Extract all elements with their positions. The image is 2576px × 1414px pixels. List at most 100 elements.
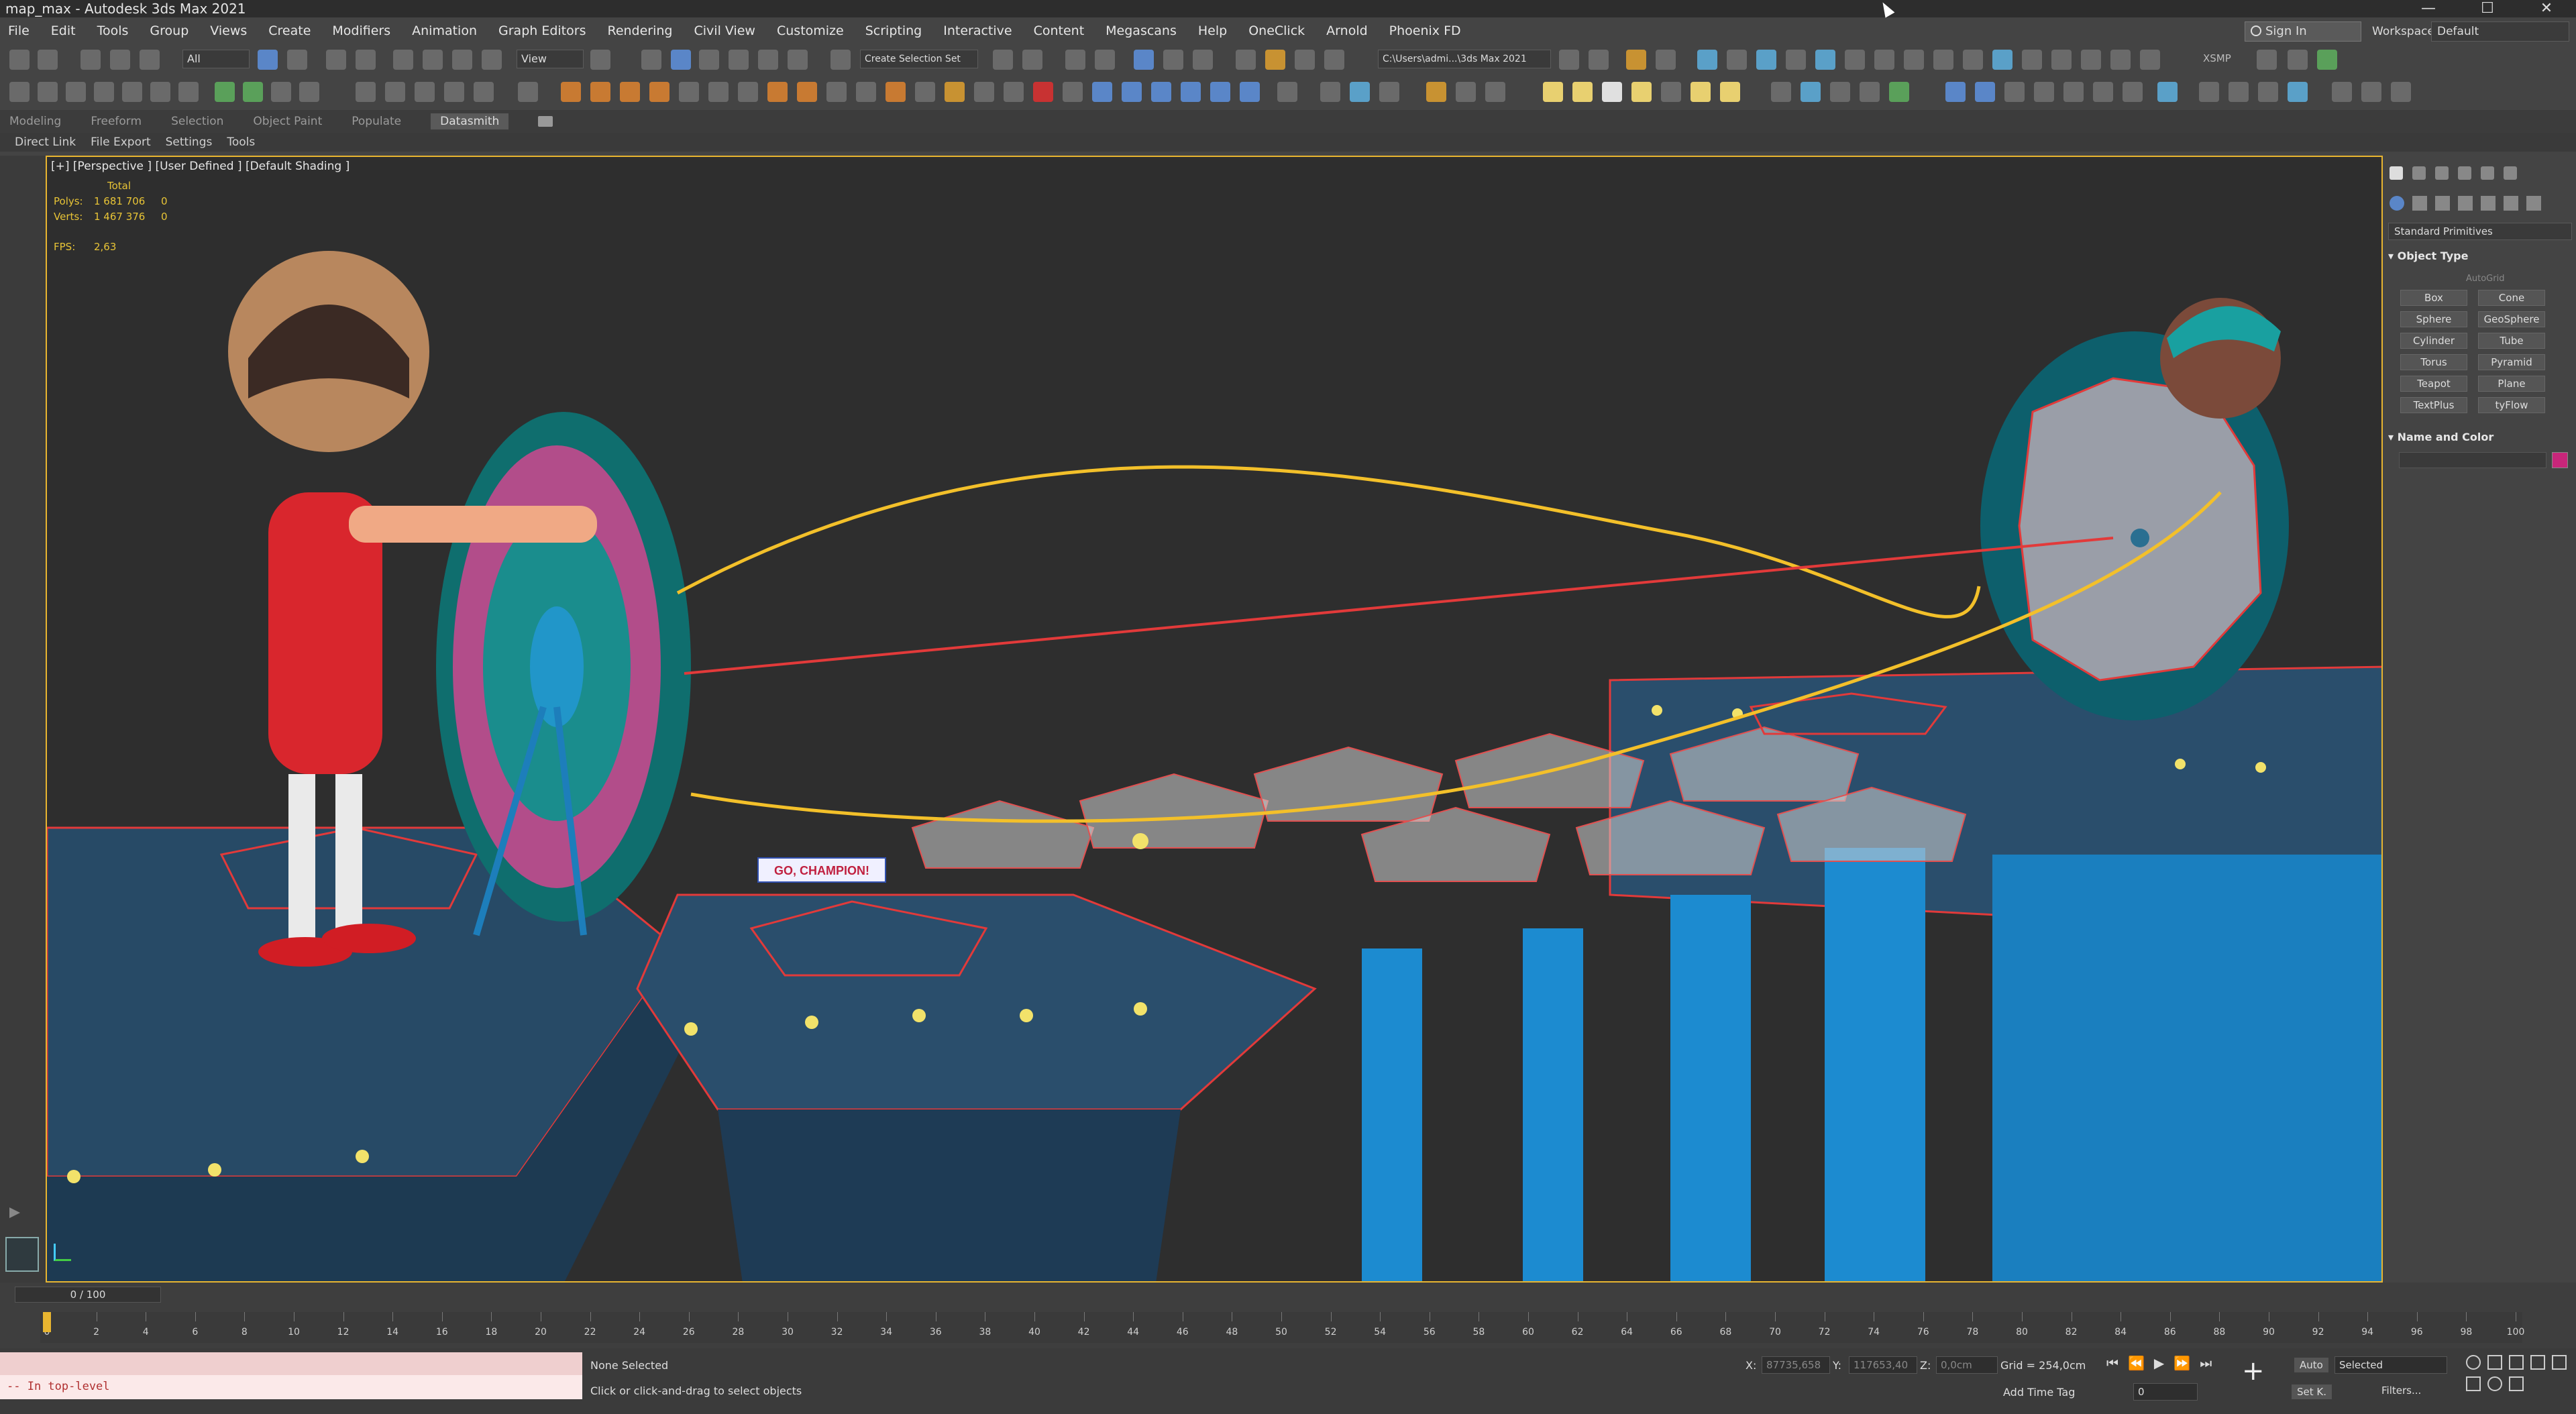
current-frame-field[interactable]: 0	[2133, 1383, 2198, 1401]
rotate-icon[interactable]	[423, 50, 443, 70]
arnold-render-icon[interactable]	[1626, 50, 1646, 70]
helpers-category-icon[interactable]	[2481, 196, 2496, 211]
redo-icon[interactable]	[38, 50, 58, 70]
phoenix-gravity-icon[interactable]	[945, 82, 965, 102]
pyramid-button[interactable]: Pyramid	[2478, 354, 2545, 370]
motion-tab-icon[interactable]	[2458, 166, 2471, 180]
axis-xy-icon[interactable]	[122, 82, 142, 102]
phoenix-body-force-icon[interactable]	[974, 82, 994, 102]
bone-icon[interactable]	[1963, 50, 1983, 70]
datasmith-settings[interactable]: Settings	[166, 135, 213, 149]
cameras-category-icon[interactable]	[2458, 196, 2473, 211]
move-gizmo-icon[interactable]	[215, 82, 235, 102]
menu-modifiers[interactable]: Modifiers	[332, 23, 390, 38]
teapot-button[interactable]: Teapot	[2400, 376, 2467, 392]
plane-button[interactable]: Plane	[2478, 376, 2545, 392]
phoenix-fire-icon[interactable]	[561, 82, 581, 102]
render-setup-icon[interactable]	[1265, 50, 1285, 70]
phoenix-source-icon[interactable]	[620, 82, 640, 102]
axis-yz-icon[interactable]	[150, 82, 170, 102]
layout-icon[interactable]	[2110, 50, 2131, 70]
menu-content[interactable]: Content	[1034, 23, 1085, 38]
select-by-name-icon[interactable]	[287, 50, 307, 70]
datasmith-icon[interactable]	[2391, 82, 2411, 102]
maximize-viewport-icon[interactable]	[2509, 1376, 2524, 1391]
vray-proxy-icon[interactable]	[1240, 82, 1260, 102]
phoenix-ocean-icon[interactable]	[797, 82, 817, 102]
close-button[interactable]: ✕	[2517, 0, 2576, 17]
object-type-rollout[interactable]: ▾ Object Type	[2388, 250, 2572, 262]
spacewarp-icon[interactable]	[1904, 50, 1924, 70]
particle-icon[interactable]	[1786, 50, 1806, 70]
spacewarps-category-icon[interactable]	[2504, 196, 2518, 211]
paint-icon[interactable]	[2288, 82, 2308, 102]
sphere-light-icon[interactable]	[1602, 82, 1622, 102]
phoenix-drag-icon[interactable]	[885, 82, 906, 102]
light-icon[interactable]	[1697, 50, 1717, 70]
auto-key-button[interactable]: Auto	[2294, 1358, 2328, 1372]
expand-layout-icon[interactable]	[9, 1207, 20, 1218]
lights-category-icon[interactable]	[2435, 196, 2450, 211]
cap-icon[interactable]	[2288, 50, 2308, 70]
sphere-preview-icon[interactable]	[1945, 82, 1966, 102]
go-to-end-icon[interactable]: ⏭	[2200, 1355, 2212, 1371]
sign-in-dropdown[interactable]: Sign In	[2245, 21, 2361, 42]
rendered-frame-window-icon[interactable]	[1295, 50, 1315, 70]
decal-icon[interactable]	[1830, 82, 1850, 102]
display-tab-icon[interactable]	[2481, 166, 2494, 180]
utilities-tab-icon[interactable]	[2504, 166, 2517, 180]
vray-sun-icon[interactable]	[1122, 82, 1142, 102]
system-icon[interactable]	[1933, 50, 1953, 70]
vray-frame-buffer-icon[interactable]	[1350, 82, 1370, 102]
menu-graph-editors[interactable]: Graph Editors	[498, 23, 586, 38]
sun-icon[interactable]	[1690, 82, 1711, 102]
vray-mtl-icon[interactable]	[1379, 82, 1399, 102]
edit-named-selection-icon[interactable]	[830, 50, 851, 70]
shapes-category-icon[interactable]	[2412, 196, 2427, 211]
next-frame-icon[interactable]: ⏩	[2174, 1355, 2190, 1371]
object-color-swatch[interactable]	[2552, 452, 2568, 468]
stop-icon[interactable]	[415, 82, 435, 102]
layout-thumbnail[interactable]	[5, 1237, 39, 1272]
mirror-icon[interactable]	[993, 50, 1013, 70]
bitmap-icon[interactable]	[2034, 82, 2054, 102]
project-folder-icon[interactable]	[1559, 50, 1579, 70]
pan-icon[interactable]	[2466, 1376, 2481, 1391]
cone-light-icon[interactable]	[1661, 82, 1681, 102]
export-icon[interactable]	[2332, 82, 2352, 102]
lights-lister-icon[interactable]	[1456, 82, 1476, 102]
add-key-icon[interactable]: +	[2242, 1358, 2265, 1384]
ribbon-options-icon[interactable]	[538, 116, 553, 127]
play-icon[interactable]: ▶	[2154, 1355, 2164, 1371]
menu-edit[interactable]: Edit	[51, 23, 76, 38]
create-selection-set-dropdown[interactable]: Create Selection Set	[860, 50, 978, 68]
plane-light-icon[interactable]	[1485, 82, 1505, 102]
maxscript-output[interactable]: -- In top-level	[0, 1375, 582, 1399]
set-key-button[interactable]: Set K.	[2292, 1384, 2332, 1399]
toggle-ribbon-icon[interactable]	[1134, 50, 1154, 70]
plant-icon[interactable]	[1889, 82, 1909, 102]
pivot-center-icon[interactable]	[590, 50, 610, 70]
add-time-tag[interactable]: Add Time Tag	[2003, 1386, 2075, 1399]
datasmith-direct-link[interactable]: Direct Link	[15, 135, 76, 149]
textplus-button[interactable]: TextPlus	[2400, 397, 2467, 413]
helper-icon[interactable]	[1874, 50, 1894, 70]
toggle-scene-explorer-icon[interactable]	[1065, 50, 1085, 70]
modify-tab-icon[interactable]	[2412, 166, 2426, 180]
selection-lock-icon[interactable]	[671, 50, 691, 70]
unlink-icon[interactable]	[110, 50, 130, 70]
workspace-dropdown[interactable]: Default	[2431, 21, 2569, 42]
menu-file[interactable]: File	[8, 23, 30, 38]
menu-animation[interactable]: Animation	[412, 23, 477, 38]
geometry-icon[interactable]	[1815, 50, 1835, 70]
object-name-input[interactable]	[2399, 452, 2546, 468]
spot-light-icon[interactable]	[1631, 82, 1652, 102]
sky-icon[interactable]	[1720, 82, 1740, 102]
phoenix-sim-icon[interactable]	[679, 82, 699, 102]
previous-frame-icon[interactable]: ⏪	[2128, 1355, 2145, 1371]
phoenix-mesh-icon[interactable]	[738, 82, 758, 102]
zoom-all-icon[interactable]	[2487, 1355, 2502, 1370]
hook-icon[interactable]	[2257, 50, 2277, 70]
menu-group[interactable]: Group	[150, 23, 189, 38]
go-to-start-icon[interactable]: ⏮	[2106, 1355, 2118, 1371]
